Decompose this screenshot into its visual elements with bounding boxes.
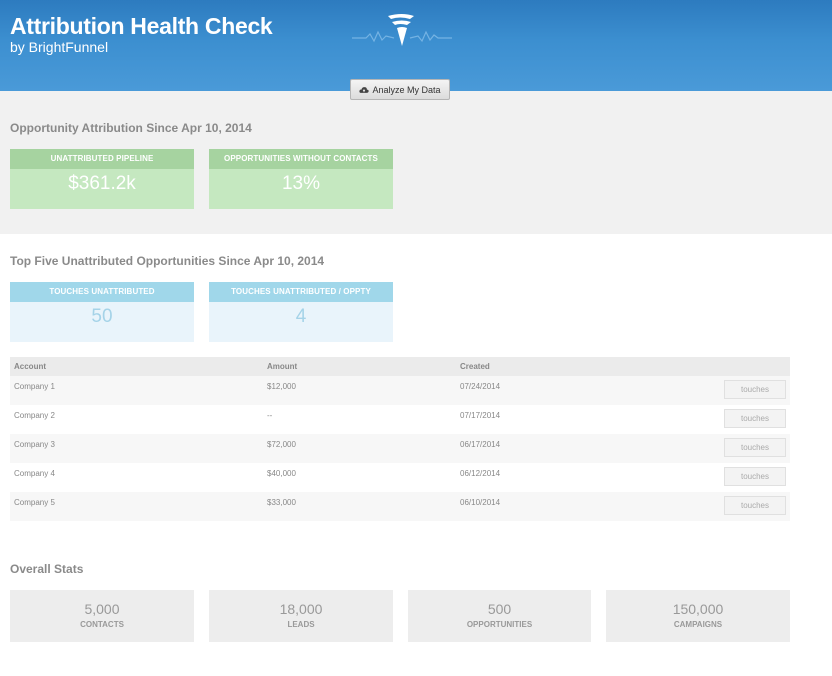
page-title: Attribution Health Check	[10, 13, 273, 39]
column-header-created: Created	[460, 362, 490, 371]
stat-contacts: 5,000 CONTACTS	[10, 590, 194, 642]
table-row: Company 3 $72,000 06/17/2014 touches	[10, 434, 790, 463]
cell-amount: $40,000	[267, 469, 296, 478]
cell-amount: $12,000	[267, 382, 296, 391]
opportunities-without-contacts-card: OPPORTUNITIES WITHOUT CONTACTS 13%	[209, 149, 393, 209]
touches-button[interactable]: touches	[724, 380, 786, 399]
table-row: Company 2 -- 07/17/2014 touches	[10, 405, 790, 434]
touches-button[interactable]: touches	[724, 467, 786, 486]
stat-leads: 18,000 LEADS	[209, 590, 393, 642]
stat-value: 18,000	[279, 601, 323, 617]
touches-per-oppty-card: TOUCHES UNATTRIBUTED / OPPTY 4	[209, 282, 393, 342]
column-header-account: Account	[14, 362, 46, 371]
cell-account: Company 5	[14, 498, 55, 507]
touches-button[interactable]: touches	[724, 496, 786, 515]
cell-created: 07/17/2014	[460, 411, 501, 420]
cloud-upload-icon	[359, 86, 370, 93]
cell-account: Company 1	[14, 382, 55, 391]
stat-opportunities: 500 OPPORTUNITIES	[408, 590, 591, 642]
analyze-my-data-button[interactable]: Analyze My Data	[350, 79, 450, 100]
app-header: Attribution Health Check by BrightFunnel	[0, 0, 832, 91]
cell-account: Company 4	[14, 469, 55, 478]
top-five-section-title: Top Five Unattributed Opportunities Sinc…	[10, 254, 325, 268]
attribution-section-title: Opportunity Attribution Since Apr 10, 20…	[10, 121, 252, 135]
card-value: 13%	[209, 169, 393, 209]
cell-account: Company 3	[14, 440, 55, 449]
cell-created: 06/17/2014	[460, 440, 501, 449]
touches-unattributed-card: TOUCHES UNATTRIBUTED 50	[10, 282, 194, 342]
cell-account: Company 2	[14, 411, 55, 420]
cell-amount: $33,000	[267, 498, 296, 507]
cell-created: 06/10/2014	[460, 498, 501, 507]
card-value: $361.2k	[10, 169, 194, 209]
card-label: TOUCHES UNATTRIBUTED / OPPTY	[209, 282, 393, 302]
analyze-button-label: Analyze My Data	[372, 84, 441, 95]
touches-button[interactable]: touches	[724, 438, 786, 457]
table-header: Account Amount Created	[10, 357, 790, 376]
card-value: 50	[10, 302, 194, 342]
stat-label: CONTACTS	[80, 620, 124, 629]
column-header-amount: Amount	[267, 362, 298, 371]
stat-campaigns: 150,000 CAMPAIGNS	[606, 590, 790, 642]
table-row: Company 1 $12,000 07/24/2014 touches	[10, 376, 790, 405]
table-row: Company 5 $33,000 06/10/2014 touches	[10, 492, 790, 521]
stat-value: 5,000	[84, 601, 120, 617]
card-label: UNATTRIBUTED PIPELINE	[10, 149, 194, 169]
cell-amount: $72,000	[267, 440, 296, 449]
cell-amount: --	[267, 411, 273, 420]
card-label: TOUCHES UNATTRIBUTED	[10, 282, 194, 302]
stat-label: CAMPAIGNS	[673, 620, 723, 629]
card-value: 4	[209, 302, 393, 342]
stat-label: LEADS	[287, 620, 315, 629]
brightfunnel-logo-icon	[352, 14, 452, 46]
stat-label: OPPORTUNITIES	[466, 620, 533, 629]
cell-created: 07/24/2014	[460, 382, 501, 391]
table-row: Company 4 $40,000 06/12/2014 touches	[10, 463, 790, 492]
page-subtitle: by BrightFunnel	[10, 39, 109, 55]
cell-created: 06/12/2014	[460, 469, 501, 478]
opportunities-table: Account Amount Created Company 1 $12,000…	[10, 357, 790, 521]
overall-stats-title: Overall Stats	[10, 562, 84, 576]
unattributed-pipeline-card: UNATTRIBUTED PIPELINE $361.2k	[10, 149, 194, 209]
touches-button[interactable]: touches	[724, 409, 786, 428]
table-body: Company 1 $12,000 07/24/2014 touches Com…	[10, 376, 790, 521]
stat-value: 150,000	[672, 601, 724, 617]
stat-value: 500	[487, 601, 512, 617]
card-label: OPPORTUNITIES WITHOUT CONTACTS	[209, 149, 393, 169]
